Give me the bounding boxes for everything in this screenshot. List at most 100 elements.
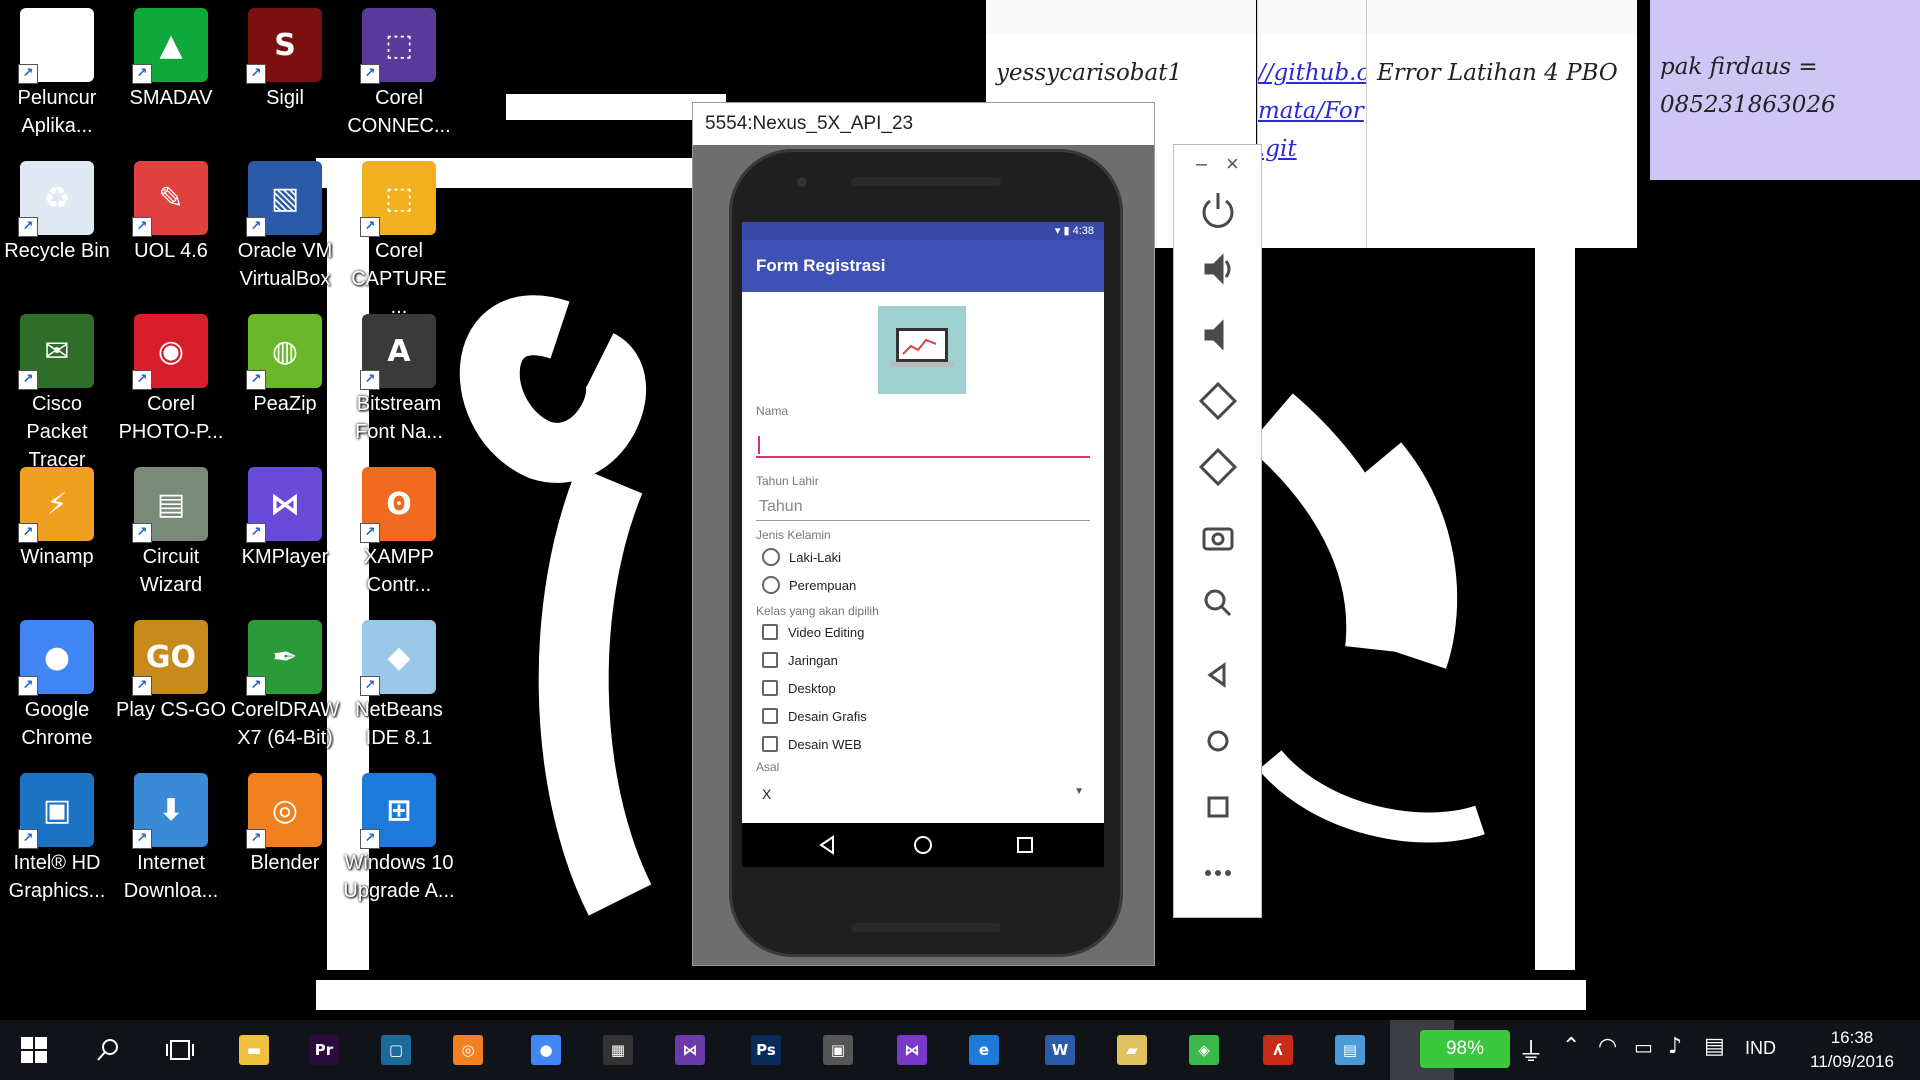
- desktop-icon[interactable]: ⬚ ↗ Corel CONNEC...: [342, 0, 456, 148]
- taskbar-app-button[interactable]: ▢: [372, 1026, 420, 1074]
- shortcut-arrow-icon: ↗: [18, 523, 38, 543]
- battery-indicator[interactable]: 98%: [1420, 1030, 1510, 1068]
- desktop-icon[interactable]: ◉ ↗ Corel PHOTO-P...: [114, 306, 228, 454]
- volume-down-icon[interactable]: [1204, 319, 1224, 351]
- sticky-note-2[interactable]: //github.c mata/For .git: [1257, 0, 1366, 248]
- taskbar-app-button[interactable]: ●: [522, 1026, 570, 1074]
- taskbar-app-button[interactable]: ▤: [1326, 1026, 1374, 1074]
- taskbar-app-button[interactable]: ʎ: [1254, 1026, 1302, 1074]
- language-indicator[interactable]: IND: [1745, 1038, 1776, 1059]
- taskbar-app-button[interactable]: Pr: [300, 1026, 348, 1074]
- desktop-icon[interactable]: ⬚ ↗ Corel CAPTURE ...: [342, 153, 456, 318]
- checkbox-desain-web[interactable]: Desain WEB: [762, 736, 862, 752]
- checkbox-jaringan[interactable]: Jaringan: [762, 652, 838, 668]
- taskbar-app-button[interactable]: ▰: [1108, 1026, 1156, 1074]
- desktop-icon[interactable]: S ↗ Sigil: [228, 0, 342, 148]
- taskbar-app-button[interactable]: ▣: [814, 1026, 862, 1074]
- taskbar-app-button[interactable]: W: [1036, 1026, 1084, 1074]
- desktop-icon[interactable]: ʘ ↗ XAMPP Contr...: [342, 459, 456, 607]
- search-button[interactable]: [84, 1026, 132, 1074]
- rotate-left-icon[interactable]: [1198, 381, 1238, 421]
- shortcut-arrow-icon: ↗: [360, 64, 380, 84]
- desktop-icon[interactable]: ● ↗ Google Chrome: [0, 612, 114, 760]
- desktop-icon[interactable]: ▤ ↗ Circuit Wizard: [114, 459, 228, 607]
- desktop-icon[interactable]: ◎ ↗ Blender: [228, 765, 342, 913]
- action-center-icon[interactable]: ▤: [1704, 1034, 1725, 1059]
- desktop-icon-label: Intel® HD Graphics...: [8, 852, 106, 902]
- asal-spinner[interactable]: X ▼: [756, 782, 1090, 808]
- show-hidden-icons-icon[interactable]: ⌃: [1562, 1034, 1580, 1059]
- desktop-icon[interactable]: GO ↗ Play CS-GO: [114, 612, 228, 760]
- taskbar-app-button[interactable]: ▦: [594, 1026, 642, 1074]
- desktop-icon[interactable]: ✉ ↗ Cisco Packet Tracer: [0, 306, 114, 471]
- battery-icon[interactable]: ▭: [1634, 1035, 1653, 1059]
- taskbar-app-button[interactable]: ▬: [230, 1026, 278, 1074]
- nav-overview-icon[interactable]: [1017, 837, 1033, 853]
- desktop-icon[interactable]: ⋈ ↗ KMPlayer: [228, 459, 342, 607]
- desktop-icon-label: NetBeans IDE 8.1: [355, 699, 443, 749]
- file-explorer-icon: ▬: [239, 1035, 269, 1065]
- desktop-icon[interactable]: ▣ ↗ Intel® HD Graphics...: [0, 765, 114, 913]
- task-view-button[interactable]: [156, 1026, 204, 1074]
- desktop-icon[interactable]: ◍ ↗ PeaZip: [228, 306, 342, 454]
- overview-icon[interactable]: [1207, 796, 1229, 818]
- nama-input[interactable]: [756, 432, 1090, 458]
- checkbox-desktop[interactable]: Desktop: [762, 680, 836, 696]
- task-view-icon: [166, 1040, 194, 1060]
- radio-perempuan[interactable]: Perempuan: [762, 576, 856, 594]
- clock[interactable]: 16:38 11/09/2016: [1800, 1026, 1904, 1074]
- volume-icon[interactable]: ♪: [1668, 1034, 1682, 1059]
- back-icon[interactable]: [1207, 662, 1226, 688]
- phone-screen[interactable]: ▾ ▮ 4:38 Form Registrasi Nama Tahun Lahi…: [742, 222, 1104, 867]
- sticky-note-4[interactable]: pak firdaus = 085231863026: [1650, 0, 1920, 180]
- taskbar-app-button[interactable]: Ps: [742, 1026, 790, 1074]
- taskbar-app-button[interactable]: ◈: [1180, 1026, 1228, 1074]
- app-tile-icon: ▢: [381, 1035, 411, 1065]
- checkbox-video-editing[interactable]: Video Editing: [762, 624, 864, 640]
- desktop-icon[interactable]: ✒ ↗ CorelDRAW X7 (64-Bit): [228, 612, 342, 760]
- camera-icon[interactable]: [1202, 527, 1234, 551]
- desktop-icon-label: Google Chrome: [21, 699, 93, 749]
- desktop-icon[interactable]: A ↗ Bitstream Font Na...: [342, 306, 456, 454]
- blender-icon: ◎ ↗: [246, 773, 322, 849]
- desktop-icon[interactable]: ✎ ↗ UOL 4.6: [114, 153, 228, 301]
- taskbar-app-button[interactable]: e: [960, 1026, 1008, 1074]
- checkbox-desain-grafis[interactable]: Desain Grafis: [762, 708, 867, 724]
- desktop-icon[interactable]: ▦ ↗ Peluncur Aplika...: [0, 0, 114, 148]
- desktop-icon-label: Corel PHOTO-P...: [118, 393, 224, 443]
- radio-laki-laki[interactable]: Laki-Laki: [762, 548, 841, 566]
- emulator-titlebar[interactable]: 5554:Nexus_5X_API_23: [693, 103, 1154, 145]
- store-icon: ▣: [823, 1035, 853, 1065]
- sticky-note-3[interactable]: Error Latihan 4 PBO: [1366, 0, 1637, 248]
- desktop-icon[interactable]: ◆ ↗ NetBeans IDE 8.1: [342, 612, 456, 760]
- nav-home-icon[interactable]: [914, 836, 932, 854]
- android-studio-icon: ◈: [1189, 1035, 1219, 1065]
- checkbox-icon: [762, 624, 778, 640]
- power-icon[interactable]: [1202, 193, 1234, 228]
- more-icon[interactable]: [1205, 870, 1231, 876]
- desktop-icon[interactable]: ♻ ↗ Recycle Bin: [0, 153, 114, 301]
- tahun-input[interactable]: Tahun: [756, 496, 1090, 521]
- sticky-note-link[interactable]: //github.c mata/For .git: [1258, 54, 1366, 168]
- taskbar-app-button[interactable]: ⋈: [888, 1026, 936, 1074]
- desktop-icon[interactable]: ⊞ ↗ Windows 10 Upgrade A...: [342, 765, 456, 913]
- zoom-icon[interactable]: [1204, 589, 1232, 617]
- start-button[interactable]: [10, 1026, 58, 1074]
- desktop-icon[interactable]: ▧ ↗ Oracle VM VirtualBox: [228, 153, 342, 301]
- taskbar-app-button[interactable]: ◎: [444, 1026, 492, 1074]
- desktop-icon-label: Play CS-GO: [115, 699, 227, 721]
- home-icon[interactable]: [1207, 730, 1229, 752]
- rotate-right-icon[interactable]: [1198, 447, 1238, 487]
- power-plug-icon[interactable]: ⏚: [1518, 1032, 1544, 1069]
- volume-up-icon[interactable]: [1204, 253, 1231, 285]
- taskbar-app-button[interactable]: ⋈: [666, 1026, 714, 1074]
- word-icon: W: [1045, 1035, 1075, 1065]
- netbeans-icon: ◆ ↗: [360, 620, 436, 696]
- nav-back-icon[interactable]: [819, 835, 834, 855]
- desktop-icon[interactable]: ⬇ ↗ Internet Downloa...: [114, 765, 228, 913]
- desktop-icon[interactable]: ▲ ↗ SMADAV: [114, 0, 228, 148]
- wifi-icon[interactable]: ◠: [1598, 1034, 1617, 1059]
- shortcut-arrow-icon: ↗: [360, 523, 380, 543]
- shortcut-arrow-icon: ↗: [360, 217, 380, 237]
- desktop-icon[interactable]: ⚡ ↗ Winamp: [0, 459, 114, 607]
